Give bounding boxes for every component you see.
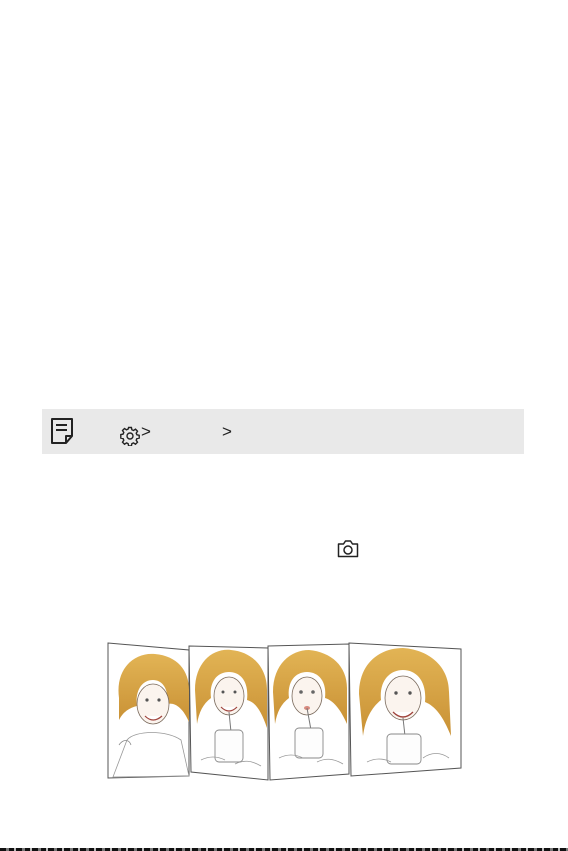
illustration-panel [267,643,350,781]
illustration-panel [188,645,269,781]
path-separator: > [222,422,232,441]
gear-icon [120,426,140,446]
path-separator: > [141,422,151,441]
note-box: > > [42,409,524,454]
note-icon [51,418,73,444]
illustration-panel [348,642,462,777]
illustration-panel [107,642,190,779]
photo-sequence-illustration [107,642,462,781]
camera-icon [337,540,359,558]
